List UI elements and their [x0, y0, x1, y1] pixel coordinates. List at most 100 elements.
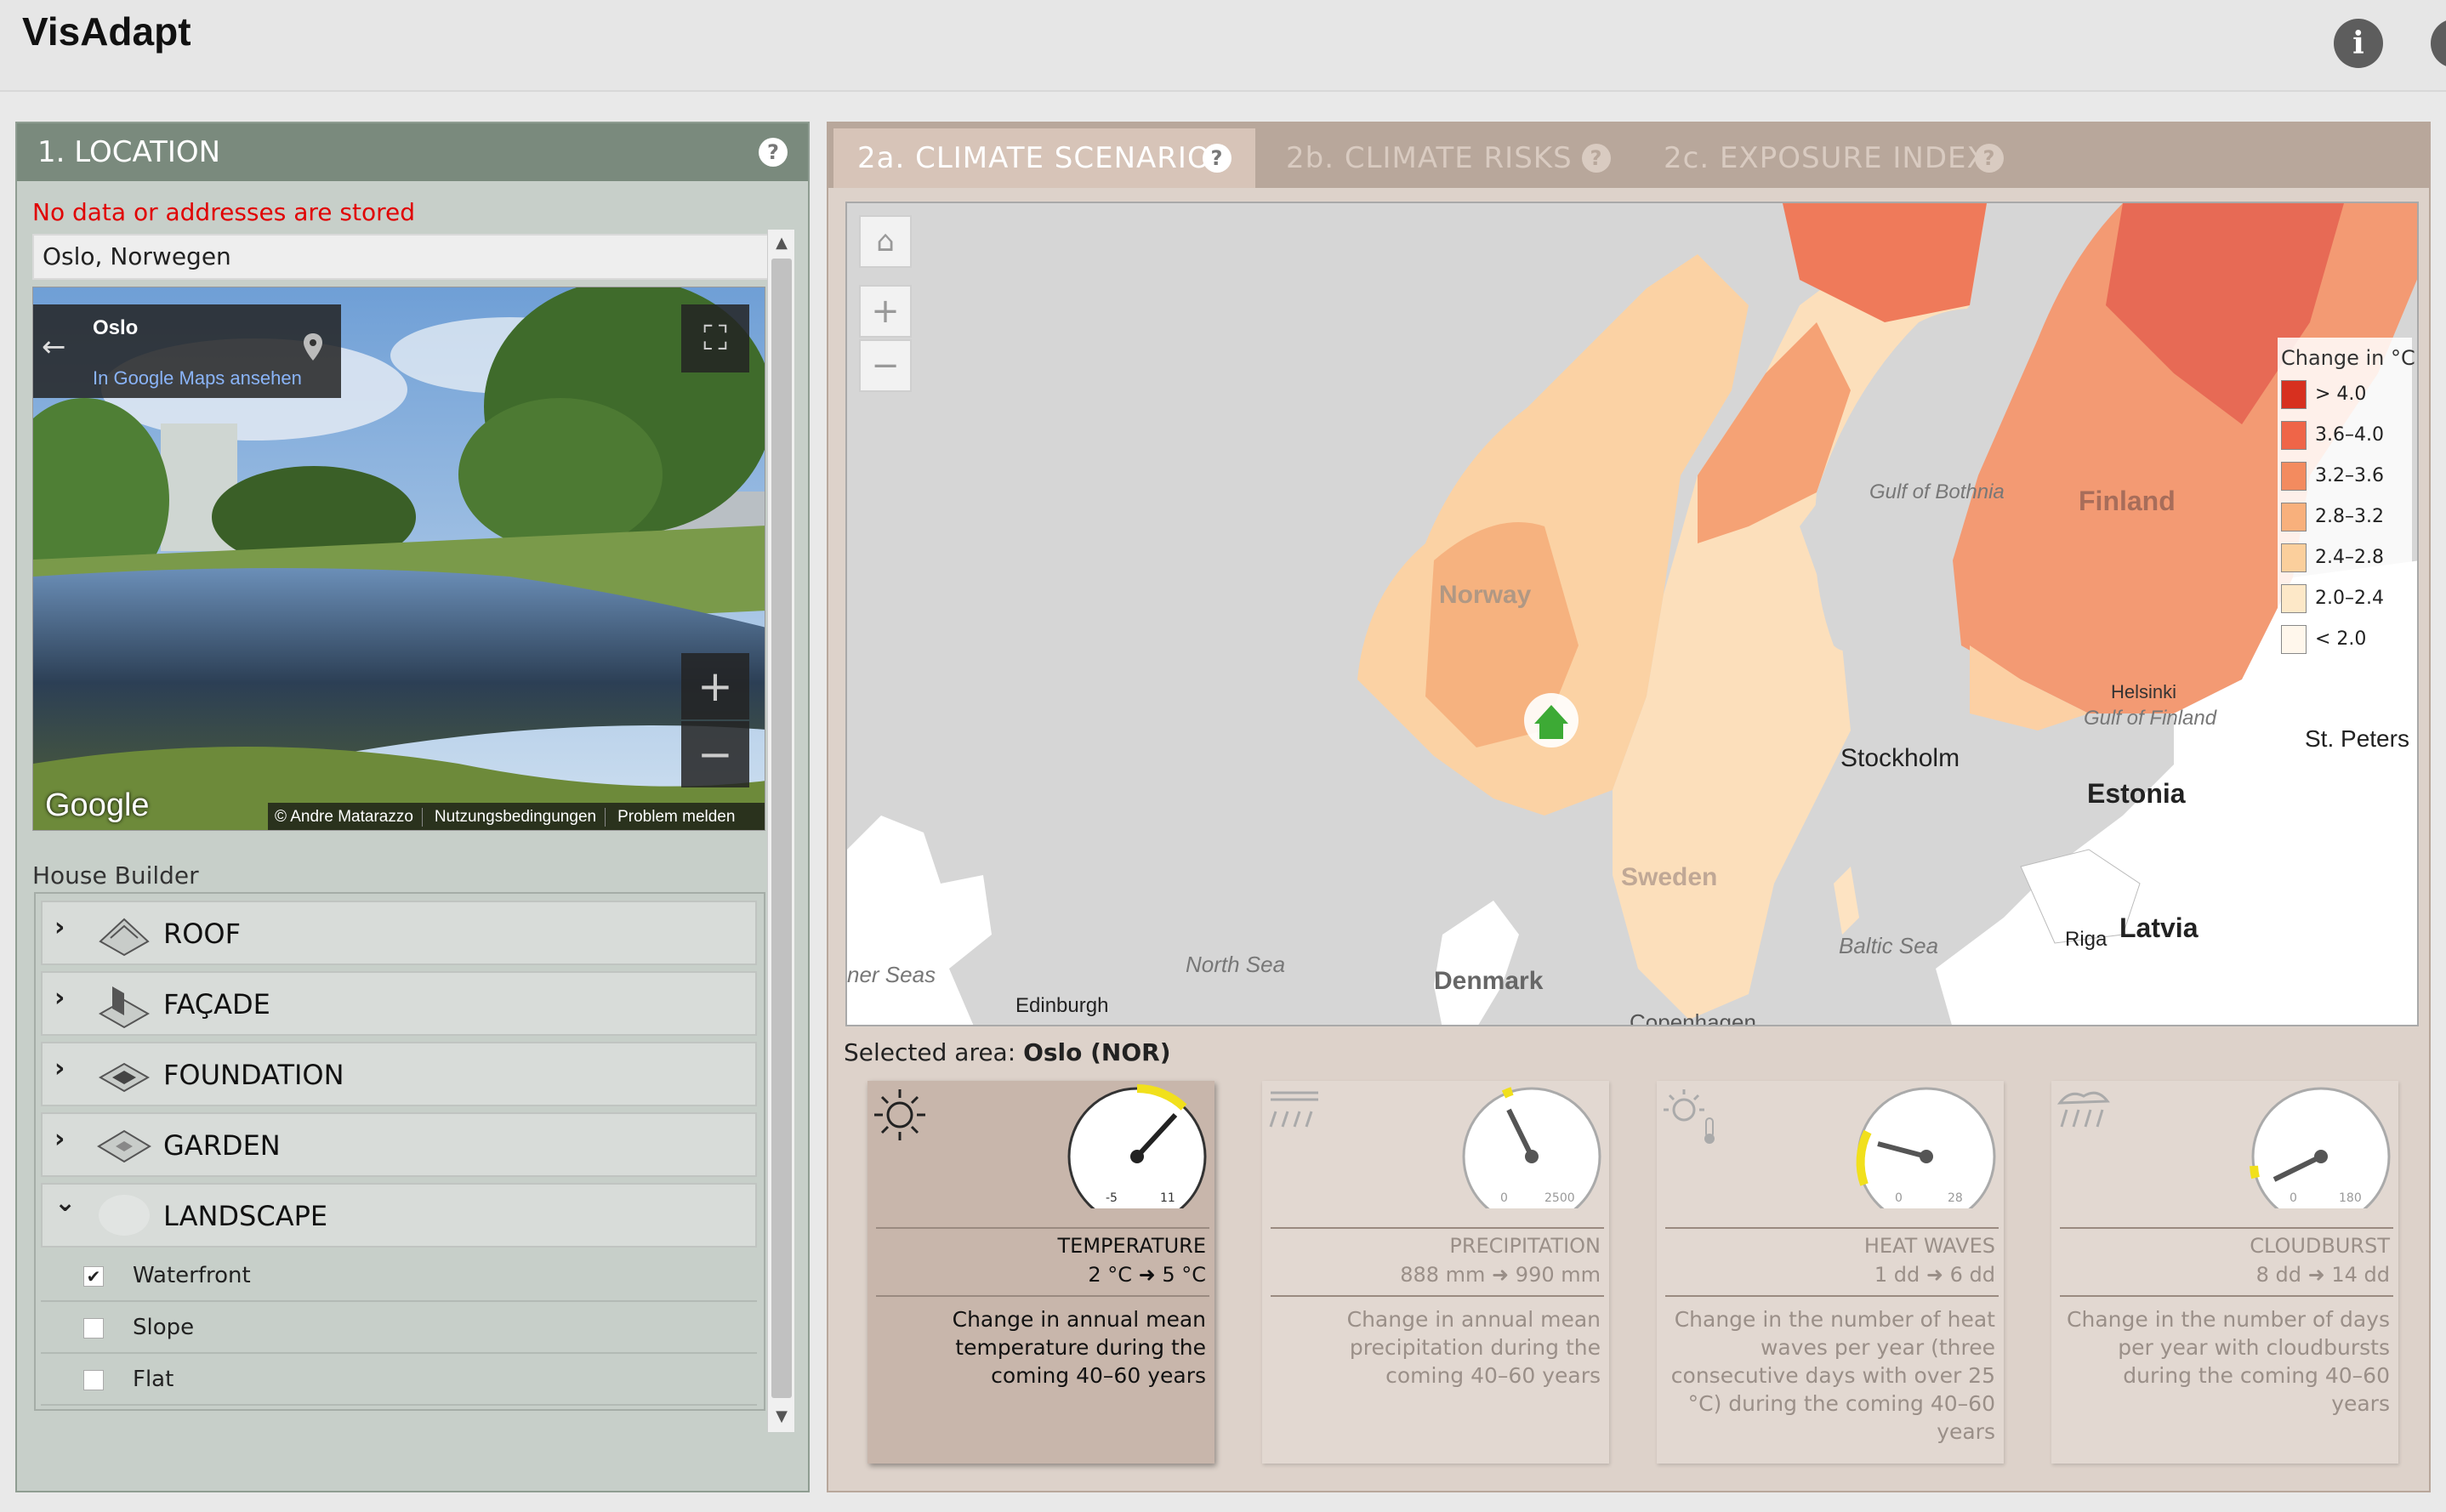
label-latvia: Latvia — [2119, 912, 2199, 943]
card-cloudburst[interactable]: 0 180 CLOUDBURST 8 dd ➜ 14 dd Change in … — [2051, 1081, 2398, 1464]
address-field[interactable]: Oslo, Norwegen — [32, 234, 781, 280]
help-icon[interactable]: ? — [1203, 144, 1232, 173]
label-edinburgh: Edinburgh — [1015, 994, 1109, 1017]
garden-icon — [97, 1129, 151, 1163]
divider — [2060, 1295, 2393, 1297]
precipitation-gauge: 0 2500 — [1459, 1087, 1604, 1215]
legend-label: 2.8–3.2 — [2315, 506, 2384, 527]
option-flat[interactable]: Flat — [41, 1355, 757, 1406]
sv-zoom-out-icon[interactable]: − — [681, 721, 749, 787]
report-problem-link[interactable]: Problem melden — [617, 808, 743, 827]
info-icon-2[interactable]: i — [2431, 19, 2446, 68]
help-icon[interactable]: ? — [1582, 144, 1611, 173]
street-view-footer: © Andre Matarazzo Nutzungsbedingungen Pr… — [268, 803, 765, 830]
label-helsinki: Helsinki — [2111, 681, 2177, 702]
street-view[interactable]: ← Oslo In Google Maps ansehen ⛶ + − Goog… — [32, 287, 765, 831]
option-slope[interactable]: Slope — [41, 1303, 757, 1354]
location-help-icon[interactable]: ? — [759, 138, 788, 167]
chevron-right-icon: › — [54, 912, 65, 942]
map-pin-icon — [304, 333, 322, 361]
legend-label: < 2.0 — [2315, 628, 2367, 650]
legend-label: 3.2–3.6 — [2315, 465, 2384, 486]
chevron-down-icon: ⌄ — [54, 1188, 77, 1218]
card-heat-waves[interactable]: 0 28 HEAT WAVES 1 dd ➜ 6 dd Change in th… — [1657, 1081, 2004, 1464]
rain-icon — [1269, 1091, 1318, 1128]
info-icon[interactable]: i — [2334, 19, 2383, 68]
zoom-out-button[interactable]: − — [859, 339, 912, 392]
fullscreen-icon[interactable]: ⛶ — [681, 304, 749, 372]
legend-label: 2.0–2.4 — [2315, 588, 2384, 609]
hb-item-roof[interactable]: › ROOF — [41, 901, 757, 965]
card-name: CLOUDBURST — [2250, 1234, 2390, 1258]
gauge-min: 0 — [1500, 1191, 1508, 1205]
label-stockholm: Stockholm — [1840, 744, 1960, 772]
label-sweden: Sweden — [1621, 863, 1718, 891]
legend-swatch — [2281, 503, 2307, 531]
scroll-up-icon[interactable]: ▲ — [771, 233, 792, 253]
hb-item-foundation[interactable]: › FOUNDATION — [41, 1042, 757, 1106]
landscape-icon — [99, 1195, 150, 1236]
hb-item-label: LANDSCAPE — [163, 1200, 328, 1232]
checkbox[interactable] — [83, 1370, 104, 1390]
climate-panel: 2a. CLIMATE SCENARIOS ? 2b. CLIMATE RISK… — [827, 122, 2431, 1492]
label-norway: Norway — [1439, 581, 1532, 609]
hb-item-landscape[interactable]: ⌄ LANDSCAPE — [41, 1183, 757, 1248]
house-builder: › ROOF › FAÇADE › FOUNDATION › GARDEN ⌄ … — [34, 892, 765, 1411]
card-temperature[interactable]: -5 11 TEMPERATURE 2 °C ➜ 5 °C Change in … — [867, 1081, 1214, 1464]
tab-label: 2b. CLIMATE RISKS — [1286, 141, 1573, 175]
sv-zoom-in-icon[interactable]: + — [681, 653, 749, 719]
card-description: Change in the number of heat waves per y… — [1670, 1307, 1995, 1444]
hb-item-facade[interactable]: › FAÇADE — [41, 971, 757, 1036]
sun-icon — [874, 1089, 925, 1140]
hb-item-garden[interactable]: › GARDEN — [41, 1112, 757, 1177]
location-panel: 1. LOCATION ? No data or addresses are s… — [15, 122, 810, 1492]
selected-area-value: Oslo (NOR) — [1023, 1038, 1171, 1066]
card-description: Change in annual mean precipitation duri… — [1346, 1307, 1601, 1388]
terms-link[interactable]: Nutzungsbedingungen — [435, 808, 606, 827]
chevron-right-icon: › — [54, 1124, 65, 1154]
tab-label: 2c. EXPOSURE INDEX — [1664, 141, 1988, 175]
option-waterfront[interactable]: ✔ Waterfront — [41, 1251, 757, 1302]
tab-exposure-index[interactable]: 2c. EXPOSURE INDEX ? — [1640, 128, 2031, 188]
place-card: ← Oslo In Google Maps ansehen — [33, 304, 341, 398]
tab-climate-risks[interactable]: 2b. CLIMATE RISKS ? — [1262, 128, 1653, 188]
card-range: 2 °C ➜ 5 °C — [1088, 1263, 1206, 1287]
gauge-max: 180 — [2339, 1191, 2362, 1205]
tab-climate-scenarios[interactable]: 2a. CLIMATE SCENARIOS ? — [833, 128, 1255, 188]
divider — [1271, 1227, 1604, 1229]
cloudburst-gauge: 0 180 — [2249, 1087, 2393, 1215]
legend-swatch — [2281, 462, 2307, 491]
card-range: 8 dd ➜ 14 dd — [2255, 1263, 2390, 1287]
heat-icon — [1664, 1089, 1715, 1144]
label-gulf-bothnia: Gulf of Bothnia — [1869, 480, 2005, 503]
climate-map[interactable]: ⌂ + − Norway Sweden Finland Estonia Latv… — [845, 202, 2419, 1026]
divider — [1665, 1295, 1999, 1297]
legend-label: 2.4–2.8 — [2315, 547, 2384, 568]
card-precipitation[interactable]: 0 2500 PRECIPITATION 888 mm ➜ 990 mm Cha… — [1262, 1081, 1609, 1464]
zoom-in-button[interactable]: + — [859, 285, 912, 338]
app-title: VisAdapt — [22, 9, 191, 54]
hb-item-label: ROOF — [163, 918, 242, 950]
option-label: Waterfront — [133, 1263, 251, 1288]
help-icon[interactable]: ? — [1975, 144, 2004, 173]
checkbox[interactable] — [83, 1318, 104, 1339]
hb-item-label: FAÇADE — [163, 988, 270, 1020]
label-gulf-finland: Gulf of Finland — [2084, 707, 2217, 730]
back-arrow-icon[interactable]: ← — [42, 330, 66, 364]
card-description: Change in annual mean temperature during… — [952, 1307, 1206, 1388]
google-maps-link[interactable]: In Google Maps ansehen — [93, 367, 302, 389]
heat-waves-gauge: 0 28 — [1854, 1087, 1999, 1215]
legend-swatch — [2281, 625, 2307, 654]
chevron-right-icon: › — [54, 1054, 65, 1083]
legend-title: Change in °C — [2281, 346, 2415, 370]
scroll-down-icon[interactable]: ▼ — [771, 1407, 792, 1427]
home-button[interactable]: ⌂ — [859, 215, 912, 268]
panel-scrollbar[interactable]: ▲ ▼ — [767, 230, 794, 1432]
label-north-sea: North Sea — [1186, 952, 1286, 977]
top-bar: VisAdapt i i — [0, 0, 2446, 92]
checkbox-checked[interactable]: ✔ — [83, 1266, 104, 1287]
divider — [2060, 1227, 2393, 1229]
legend-label: 3.6–4.0 — [2315, 424, 2384, 446]
scroll-thumb[interactable] — [771, 259, 792, 1398]
gauge-min: 0 — [2290, 1191, 2297, 1205]
